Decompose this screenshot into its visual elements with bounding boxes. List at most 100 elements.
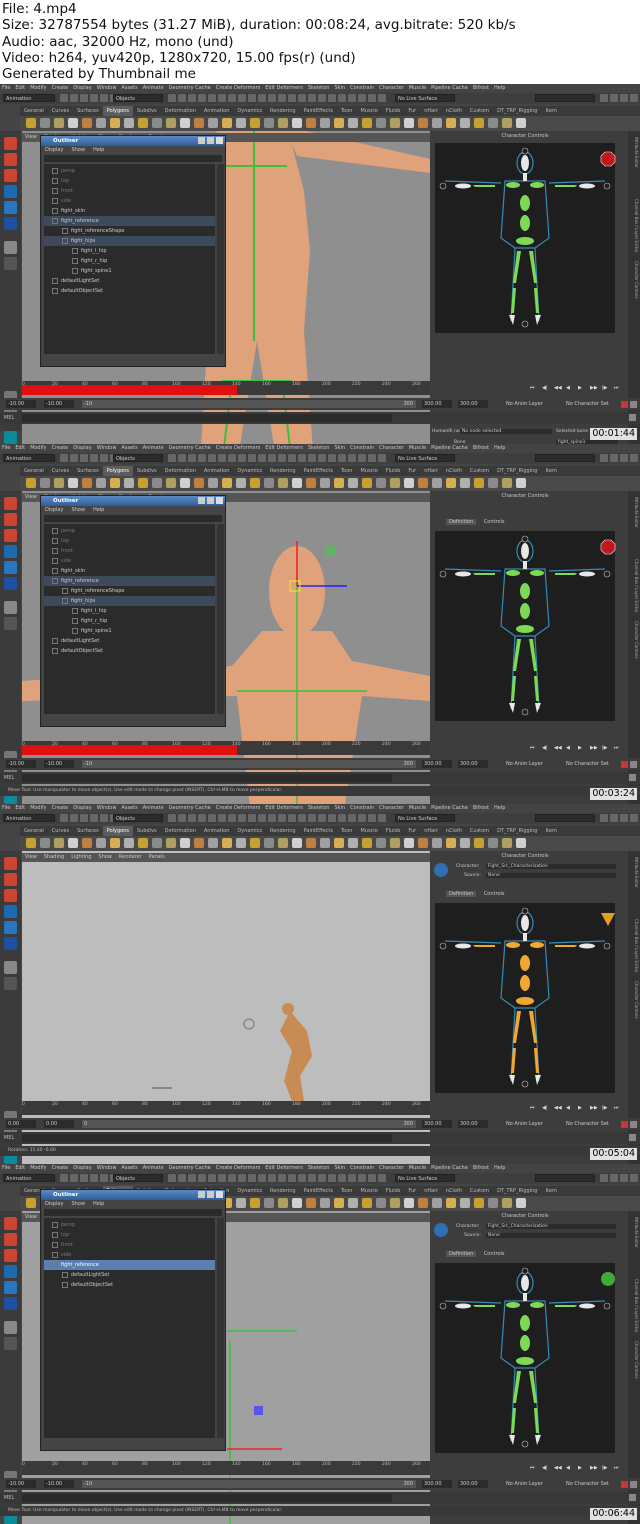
status-line-icon[interactable] bbox=[228, 814, 236, 822]
status-line-icon[interactable] bbox=[268, 1174, 276, 1182]
outliner-item[interactable]: side bbox=[44, 1250, 215, 1260]
menu-item[interactable]: Create bbox=[52, 1165, 69, 1171]
shelf-tab[interactable]: Curves bbox=[48, 466, 73, 476]
menu-item[interactable]: Pipeline Cache bbox=[431, 85, 468, 91]
shelf-tool-icon[interactable] bbox=[306, 118, 316, 128]
shelf-tool-icon[interactable] bbox=[250, 1198, 260, 1208]
range-slider[interactable]: 0 300 bbox=[82, 1120, 416, 1128]
outliner-menu-item[interactable]: Help bbox=[93, 507, 104, 513]
status-line-icon[interactable] bbox=[358, 1174, 366, 1182]
status-line-icon[interactable] bbox=[248, 1174, 256, 1182]
shelf-tool-icon[interactable] bbox=[236, 478, 246, 488]
menu-item[interactable]: Bifrost bbox=[473, 445, 489, 451]
outliner-item[interactable]: side bbox=[44, 196, 215, 206]
expand-toggle-icon[interactable] bbox=[52, 197, 58, 204]
tab-definition[interactable]: Definition bbox=[446, 519, 477, 525]
status-line-icon[interactable] bbox=[368, 814, 376, 822]
playback-button-icon[interactable]: ◀◀ bbox=[554, 1105, 562, 1111]
viewport-menu-item[interactable]: Renderer bbox=[119, 854, 142, 860]
shelf-tool-icon[interactable] bbox=[460, 838, 470, 848]
character-set-dropdown[interactable]: No Character Set bbox=[564, 400, 620, 408]
outliner-menu-item[interactable]: Help bbox=[93, 1201, 104, 1207]
toolbox-tool-icon[interactable] bbox=[4, 937, 17, 950]
shelf-tab[interactable]: nCloth bbox=[442, 106, 466, 116]
viewport-menu-item[interactable]: View bbox=[25, 1214, 37, 1220]
shelf-tool-icon[interactable] bbox=[404, 1198, 414, 1208]
status-line-icon[interactable] bbox=[90, 454, 98, 462]
toolbox-tool-icon[interactable] bbox=[4, 1321, 17, 1334]
command-field[interactable] bbox=[535, 94, 595, 102]
status-line-icon[interactable] bbox=[218, 454, 226, 462]
expand-toggle-icon[interactable] bbox=[62, 1271, 68, 1278]
shelf-tool-icon[interactable] bbox=[320, 838, 330, 848]
playback-button-icon[interactable]: ◀| bbox=[542, 1465, 548, 1471]
status-line-icon[interactable] bbox=[348, 814, 356, 822]
status-line-icon[interactable] bbox=[70, 94, 78, 102]
menu-item[interactable]: Character bbox=[379, 805, 404, 811]
outliner-item[interactable]: defaultObjectSet bbox=[44, 286, 215, 296]
shelf-tool-icon[interactable] bbox=[376, 118, 386, 128]
command-line[interactable]: MEL bbox=[0, 1492, 640, 1504]
menu-item[interactable]: Animate bbox=[143, 805, 164, 811]
playback-start-field[interactable]: -10.00 bbox=[44, 400, 74, 408]
shelf-tab[interactable]: Animation bbox=[200, 826, 234, 836]
status-line-icon[interactable] bbox=[600, 1174, 608, 1182]
status-line-icon[interactable] bbox=[358, 454, 366, 462]
shelf-tool-icon[interactable] bbox=[334, 118, 344, 128]
anim-layer-dropdown[interactable]: No Anim Layer bbox=[504, 1120, 556, 1128]
shelf-tool-icon[interactable] bbox=[208, 118, 218, 128]
source-dropdown[interactable]: None bbox=[486, 873, 616, 878]
outliner-scrollbar[interactable] bbox=[217, 524, 224, 714]
menu-item[interactable]: Help bbox=[494, 85, 505, 91]
menu-item[interactable]: Assets bbox=[121, 1165, 137, 1171]
shelf-tool-icon[interactable] bbox=[166, 118, 176, 128]
side-tab[interactable]: Character Controls bbox=[629, 1341, 639, 1379]
status-line-icon[interactable] bbox=[308, 94, 316, 102]
shelf-tool-icon[interactable] bbox=[418, 838, 428, 848]
menu-item[interactable]: Help bbox=[494, 805, 505, 811]
shelf-tool-icon[interactable] bbox=[334, 838, 344, 848]
menu-item[interactable]: Animate bbox=[143, 1165, 164, 1171]
status-line-icon[interactable] bbox=[188, 1174, 196, 1182]
outliner-item[interactable]: fight_skin bbox=[44, 566, 215, 576]
shelf-tab[interactable]: Toon bbox=[337, 466, 357, 476]
range-slider[interactable]: -10 300 bbox=[82, 400, 416, 408]
menu-item[interactable]: Edit Deformers bbox=[265, 1165, 303, 1171]
menu-item[interactable]: Skeleton bbox=[308, 1165, 330, 1171]
menu-item[interactable]: Display bbox=[73, 445, 91, 451]
shelf-tool-icon[interactable] bbox=[502, 1198, 512, 1208]
shelf-tab[interactable]: Polygons bbox=[102, 466, 133, 476]
outliner-window[interactable]: Outliner Display Show Help persp top front si… bbox=[40, 135, 226, 367]
outliner-menu-item[interactable]: Show bbox=[71, 1201, 85, 1207]
outliner-item[interactable]: fight_referenceShape bbox=[44, 586, 215, 596]
status-line-icon[interactable] bbox=[358, 94, 366, 102]
selection-mode-dropdown[interactable]: Objects bbox=[113, 1174, 163, 1182]
shelf-tool-icon[interactable] bbox=[446, 838, 456, 848]
status-line-icon[interactable] bbox=[308, 814, 316, 822]
shelf-tool-icon[interactable] bbox=[348, 1198, 358, 1208]
shelf-tool-icon[interactable] bbox=[362, 118, 372, 128]
toolbox-tool-icon[interactable] bbox=[4, 241, 17, 254]
character-set-dropdown[interactable]: No Character Set bbox=[564, 1120, 620, 1128]
expand-toggle-icon[interactable] bbox=[62, 587, 68, 594]
shelf-tab[interactable]: PaintEffects bbox=[300, 826, 337, 836]
autokey-icon[interactable] bbox=[621, 1121, 628, 1128]
shelf-tab[interactable]: Dynamics bbox=[233, 826, 266, 836]
playback-button-icon[interactable]: ◀| bbox=[542, 745, 548, 751]
playback-button-icon[interactable]: ⏮ bbox=[530, 745, 535, 751]
expand-toggle-icon[interactable] bbox=[52, 537, 58, 544]
shelf-tool-icon[interactable] bbox=[264, 1198, 274, 1208]
viewport-menu-item[interactable]: View bbox=[25, 494, 37, 500]
menu-item[interactable]: Create Deformers bbox=[216, 805, 261, 811]
shelf-tool-icon[interactable] bbox=[516, 118, 526, 128]
time-slider[interactable]: 0 20 40 60 80 100 120 140 160 180 200 220 240 260 bbox=[22, 1101, 430, 1115]
shelf-tool-icon[interactable] bbox=[390, 1198, 400, 1208]
outliner-item[interactable]: defaultLightSet bbox=[44, 1270, 215, 1280]
shelf-tool-icon[interactable] bbox=[516, 838, 526, 848]
shelf-tool-icon[interactable] bbox=[390, 478, 400, 488]
status-line-icon[interactable] bbox=[198, 814, 206, 822]
menu-item[interactable]: Pipeline Cache bbox=[431, 805, 468, 811]
shelf-tool-icon[interactable] bbox=[418, 478, 428, 488]
status-line-icon[interactable] bbox=[100, 814, 108, 822]
status-line-icon[interactable] bbox=[168, 94, 176, 102]
